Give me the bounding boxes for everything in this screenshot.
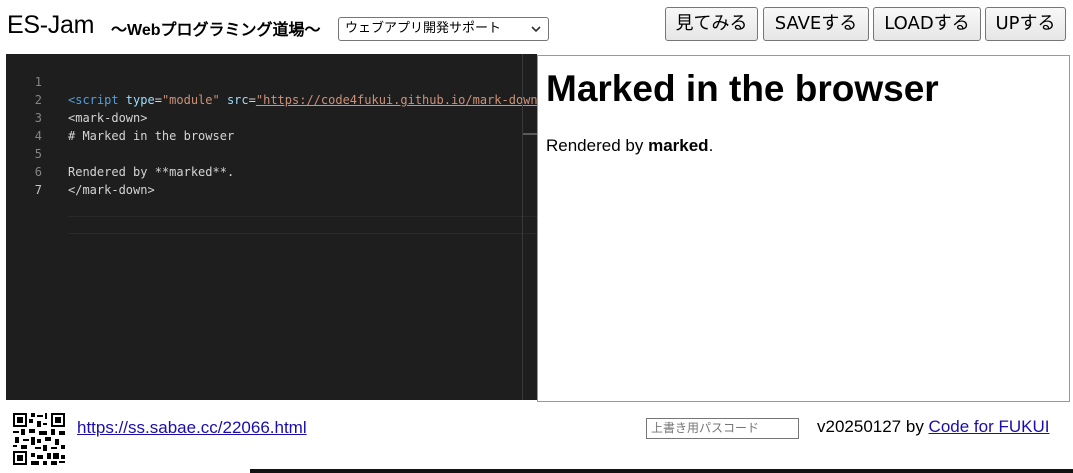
scrollbar-marker bbox=[523, 133, 537, 135]
view-button[interactable]: 見てみる bbox=[665, 7, 758, 41]
window-edge bbox=[250, 469, 1073, 473]
version-info: v20250127 by Code for FUKUI bbox=[817, 417, 1049, 437]
app-subtitle: 〜Webプログラミング道場〜 bbox=[111, 22, 321, 39]
template-select-value: ウェブアプリ開発サポート bbox=[345, 21, 502, 36]
editor-line: 1 <script type="module" src="https://cod… bbox=[6, 55, 537, 107]
editor-line: 7 bbox=[6, 163, 537, 197]
version-text: v20250127 by bbox=[817, 417, 929, 436]
app-title: ES-Jam bbox=[7, 11, 95, 39]
credit-link[interactable]: Code for FUKUI bbox=[929, 417, 1050, 436]
preview-pane: Marked in the browser Rendered by marked… bbox=[537, 55, 1070, 402]
load-button[interactable]: LOADする bbox=[873, 7, 981, 41]
chevron-down-icon bbox=[531, 26, 541, 33]
editor-line: 2 <mark-down> bbox=[6, 73, 537, 125]
preview-heading: Marked in the browser bbox=[546, 68, 939, 109]
preview-text: Rendered by bbox=[546, 136, 649, 155]
editor-scrollbar[interactable] bbox=[522, 54, 523, 400]
line-code: </mark-down> bbox=[68, 183, 155, 197]
share-url-link[interactable]: https://ss.sabae.cc/22066.html bbox=[77, 418, 307, 438]
editor-line: 5 Rendered by **marked**. bbox=[6, 127, 537, 179]
editor-line: 3 # Marked in the browser bbox=[6, 91, 537, 143]
up-button[interactable]: UPする bbox=[985, 7, 1066, 41]
active-line-highlight bbox=[68, 216, 537, 234]
header: ES-Jam 〜Webプログラミング道場〜 ウェブアプリ開発サポート 見てみる … bbox=[0, 0, 1073, 52]
preview-text: . bbox=[708, 136, 714, 155]
code-editor[interactable]: 1 <script type="module" src="https://cod… bbox=[6, 54, 537, 400]
template-select[interactable]: ウェブアプリ開発サポート bbox=[338, 17, 549, 41]
passcode-input[interactable]: 上書き用パスコード bbox=[646, 418, 799, 439]
editor-line: 4 bbox=[6, 109, 537, 143]
preview-bold-text: marked bbox=[648, 136, 709, 155]
qr-code-icon bbox=[13, 413, 65, 465]
preview-paragraph: Rendered by marked. bbox=[546, 136, 713, 156]
save-button[interactable]: SAVEする bbox=[763, 7, 869, 41]
line-number: 7 bbox=[34, 183, 42, 197]
editor-line: 6 </mark-down> bbox=[6, 145, 537, 197]
